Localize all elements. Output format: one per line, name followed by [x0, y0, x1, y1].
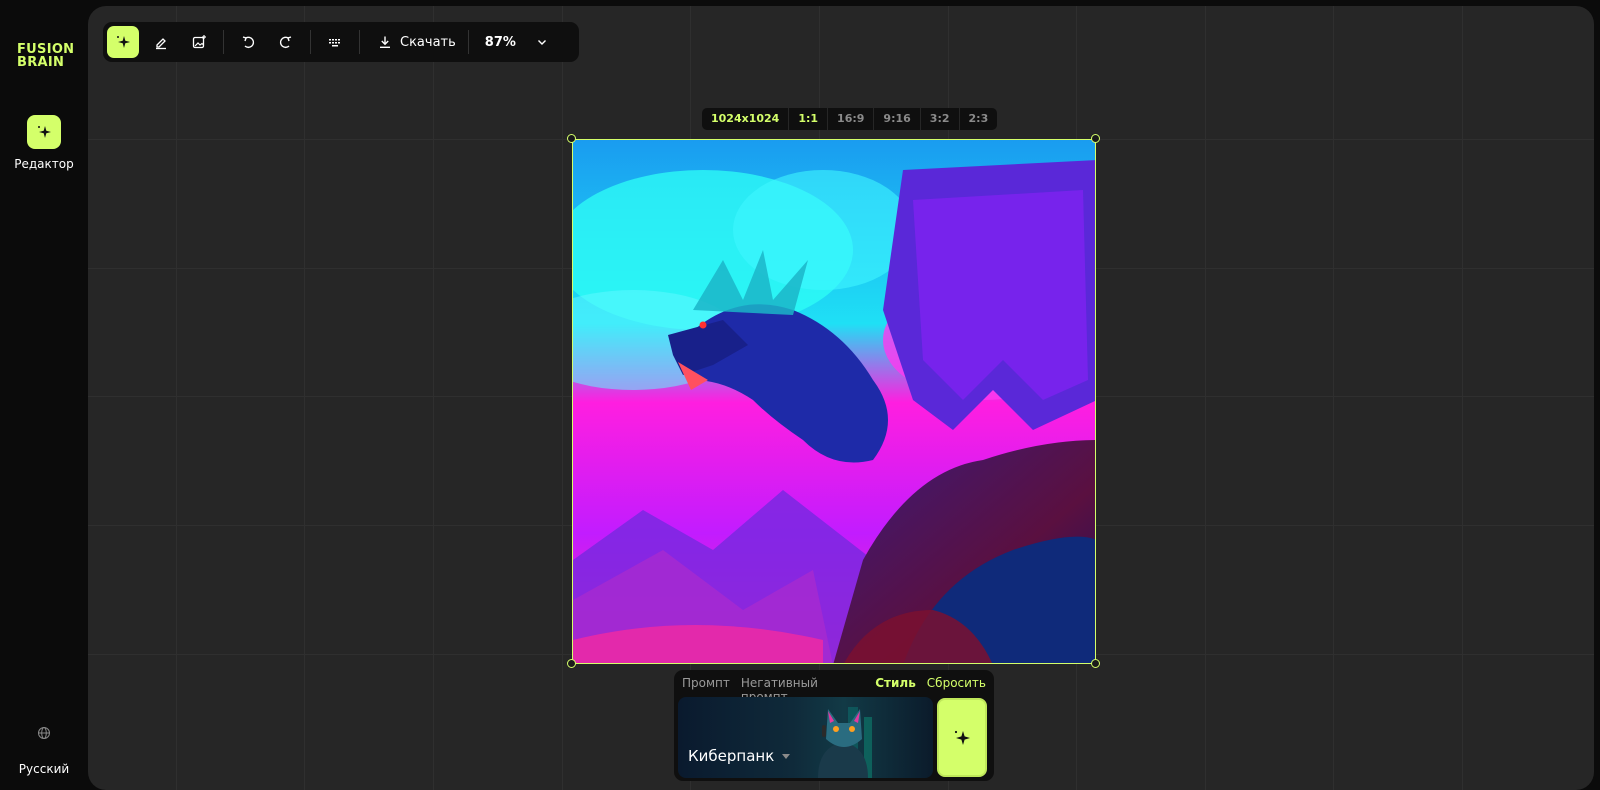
- panel-tabs: Промпт Негативный промпт Стиль Сбросить: [682, 676, 986, 704]
- ratio-option[interactable]: 16:9: [828, 108, 875, 130]
- undo-button[interactable]: [232, 26, 264, 58]
- aspect-ratio-bar: 1024x1024 1:1 16:9 9:16 3:2 2:3: [702, 108, 998, 130]
- eraser-tool-button[interactable]: [145, 26, 177, 58]
- top-toolbar: Скачать 87%: [103, 22, 579, 62]
- generate-tool-button[interactable]: [107, 26, 139, 58]
- sparkle-icon: [38, 126, 51, 138]
- tab-negative-prompt[interactable]: Негативный промпт: [741, 676, 864, 704]
- resize-handle-bottom-left[interactable]: [567, 659, 576, 668]
- download-button[interactable]: Скачать: [368, 35, 466, 50]
- caret-down-icon: [782, 754, 791, 759]
- globe-icon: [38, 727, 50, 739]
- download-label: Скачать: [400, 34, 456, 50]
- style-name: Киберпанк: [688, 747, 791, 765]
- language-label: Русский: [18, 762, 70, 776]
- download-icon: [380, 36, 390, 49]
- reset-button[interactable]: Сбросить: [927, 676, 986, 694]
- style-selector[interactable]: Киберпанк: [678, 697, 933, 778]
- add-image-button[interactable]: [183, 26, 215, 58]
- tab-prompt[interactable]: Промпт: [682, 676, 730, 694]
- chevron-down-icon: [537, 40, 546, 45]
- undo-icon: [242, 36, 255, 49]
- generated-image[interactable]: [572, 139, 1096, 664]
- editor-button[interactable]: [27, 115, 61, 149]
- zoom-level[interactable]: 87%: [477, 35, 526, 50]
- redo-button[interactable]: [270, 26, 302, 58]
- cyberpunk-cat-thumbnail: [818, 707, 872, 778]
- sidebar: FUSION BRAIN Редактор Русский: [0, 0, 88, 790]
- logo[interactable]: FUSION BRAIN: [17, 43, 74, 69]
- redo-icon: [279, 36, 292, 49]
- resize-handle-top-left[interactable]: [567, 134, 576, 143]
- eraser-icon: [156, 38, 166, 50]
- language-selector[interactable]: Русский: [0, 725, 88, 776]
- resize-handle-bottom-right[interactable]: [1091, 659, 1100, 668]
- keyboard-icon: [329, 39, 340, 47]
- editor-label: Редактор: [14, 157, 74, 171]
- prompt-panel: Промпт Негативный промпт Стиль Сбросить …: [674, 670, 994, 781]
- generate-button[interactable]: [937, 698, 987, 777]
- ratio-option[interactable]: 3:2: [921, 108, 960, 130]
- logo-line-2: BRAIN: [17, 55, 65, 70]
- ratio-option[interactable]: 2:3: [960, 108, 998, 130]
- image-size-label: 1024x1024: [702, 108, 790, 130]
- keyboard-shortcuts-button[interactable]: [319, 26, 351, 58]
- zoom-dropdown-button[interactable]: [526, 26, 558, 58]
- tab-style[interactable]: Стиль: [875, 676, 916, 694]
- sparkle-icon: [117, 36, 130, 48]
- style-name-label: Киберпанк: [688, 747, 775, 765]
- resize-handle-top-right[interactable]: [1091, 134, 1100, 143]
- dragon-artwork: [573, 140, 1095, 663]
- ratio-option[interactable]: 9:16: [874, 108, 921, 130]
- image-add-icon: [192, 35, 206, 49]
- nav-editor[interactable]: Редактор: [0, 115, 88, 171]
- sparkle-icon: [954, 730, 970, 745]
- ratio-option[interactable]: 1:1: [789, 108, 829, 130]
